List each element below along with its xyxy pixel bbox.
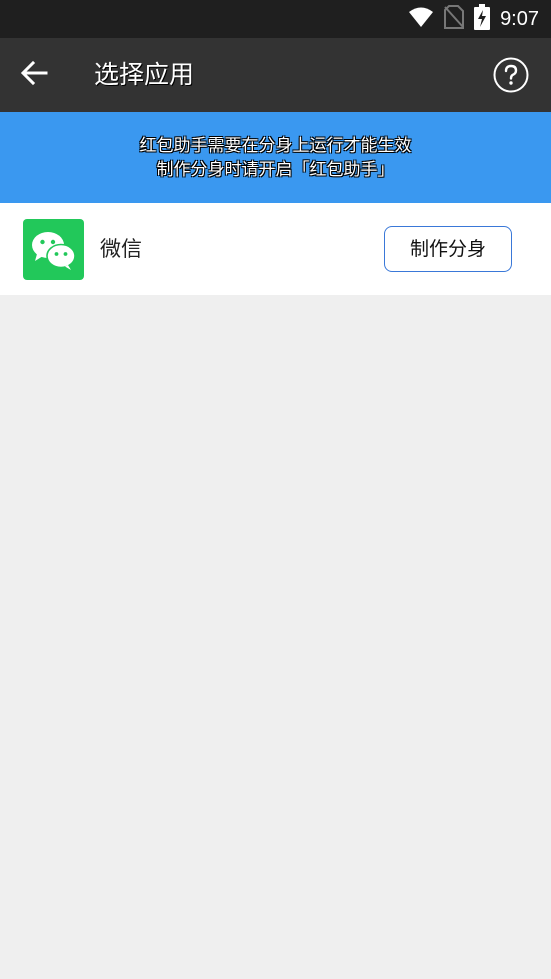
make-clone-button[interactable]: 制作分身 — [384, 226, 512, 272]
wechat-icon — [23, 219, 84, 280]
status-time: 9:07 — [500, 7, 539, 30]
status-bar: 9:07 — [0, 0, 551, 38]
help-button[interactable] — [493, 57, 529, 93]
banner-line-2: 制作分身时请开启「红包助手」 — [156, 159, 395, 180]
no-sim-icon — [444, 5, 465, 33]
info-banner: 红包助手需要在分身上运行才能生效 制作分身时请开启「红包助手」 — [0, 112, 551, 203]
app-name: 微信 — [100, 237, 142, 261]
help-circle-icon — [493, 57, 529, 97]
list-item: 微信 制作分身 — [0, 203, 551, 295]
arrow-back-icon — [20, 60, 48, 90]
back-button[interactable] — [10, 51, 58, 99]
banner-line-1: 红包助手需要在分身上运行才能生效 — [139, 135, 412, 156]
status-icons: 9:07 — [408, 0, 539, 38]
app-bar: 选择应用 — [0, 38, 551, 112]
wifi-icon — [408, 6, 434, 32]
empty-list-area — [0, 295, 551, 979]
page-title: 选择应用 — [94, 60, 195, 89]
battery-charging-icon — [474, 4, 491, 34]
